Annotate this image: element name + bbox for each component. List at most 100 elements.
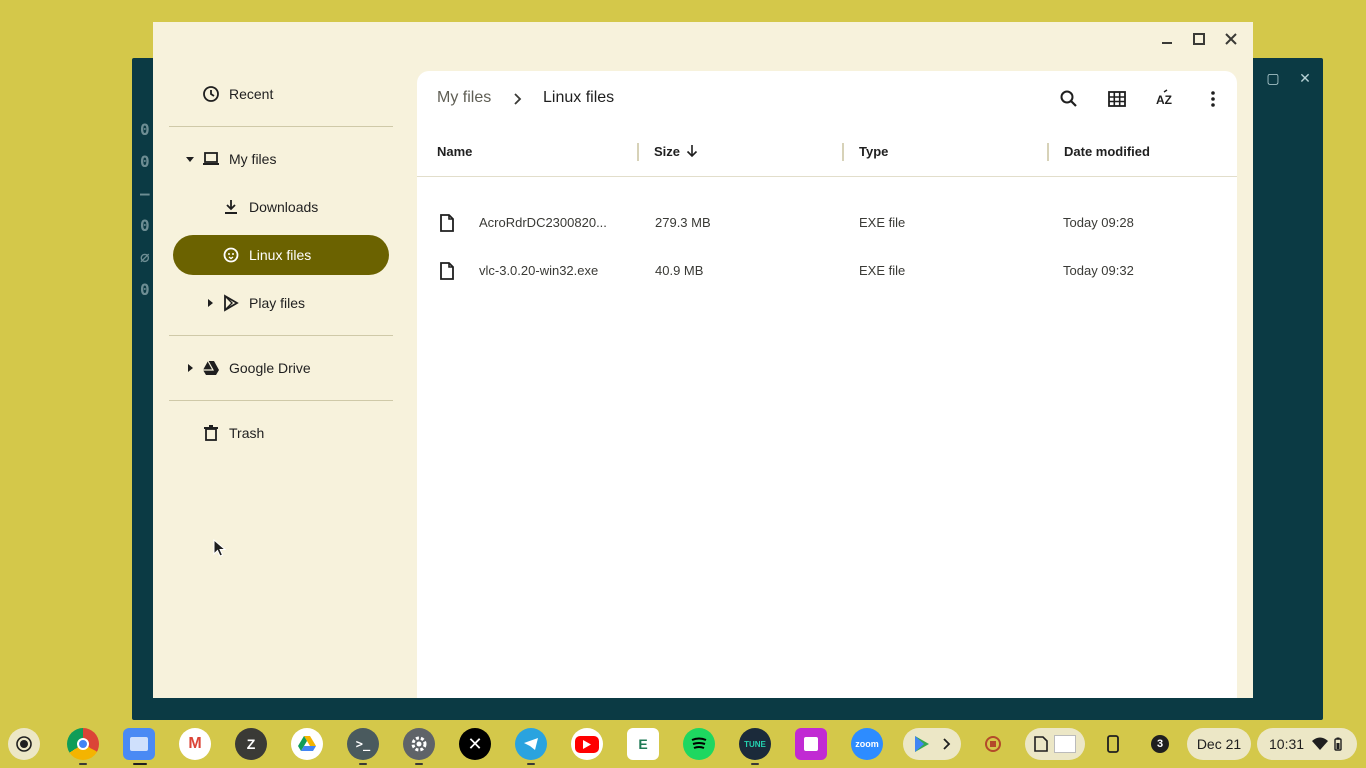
file-icon [1034, 736, 1048, 752]
sidebar-item-label: Recent [229, 86, 274, 102]
terminal-text-fragment: 0 0–0 ∅ 0 [140, 120, 150, 299]
screen-record-icon[interactable] [977, 728, 1009, 760]
clock-icon [201, 84, 221, 104]
app-running-indicator [527, 763, 535, 765]
window-titlebar [153, 22, 1253, 56]
sidebar-item-label: Linux files [249, 247, 312, 263]
notification-counter[interactable]: 3 [1144, 728, 1176, 760]
excel-app-icon[interactable]: E [627, 728, 659, 760]
system-status-tray[interactable]: 10:31 [1257, 728, 1357, 760]
close-icon[interactable]: ✕ [1295, 70, 1315, 87]
file-icon [440, 262, 454, 280]
app-running-indicator [79, 763, 87, 765]
column-header-size[interactable]: Size [654, 143, 698, 159]
svg-text:AZ: AZ [1156, 93, 1172, 107]
header-divider [417, 176, 1237, 177]
play-store-icon [221, 293, 241, 313]
expand-arrow-icon[interactable] [185, 363, 195, 373]
table-row[interactable]: vlc-3.0.20-win32.exe 40.9 MB EXE file To… [417, 247, 1237, 295]
phone-hub-icon[interactable] [1097, 728, 1129, 760]
notification-count-badge: 3 [1151, 735, 1169, 753]
grid-view-icon [1108, 91, 1126, 107]
close-button[interactable] [1215, 23, 1247, 55]
sidebar-divider [169, 400, 393, 401]
expand-arrow-icon[interactable] [205, 298, 215, 308]
sidebar-item-google-drive[interactable]: Google Drive [169, 348, 393, 388]
google-drive-app-icon[interactable] [291, 728, 323, 760]
grid-view-button[interactable] [1103, 85, 1131, 113]
column-label: Size [654, 143, 681, 159]
launcher-button[interactable] [8, 728, 40, 760]
column-header-type[interactable]: Type [859, 143, 888, 159]
column-resize-handle[interactable] [1047, 143, 1049, 161]
sidebar-item-downloads[interactable]: Downloads [169, 187, 393, 227]
more-options-button[interactable] [1199, 85, 1227, 113]
expand-arrow-icon[interactable] [185, 154, 195, 164]
x-app-icon[interactable]: ✕ [459, 728, 491, 760]
file-size: 40.9 MB [655, 263, 704, 278]
drive-icon [201, 358, 221, 378]
sidebar-item-my-files[interactable]: My files [169, 139, 393, 179]
close-icon [1225, 33, 1237, 45]
minimize-button[interactable] [1151, 23, 1183, 55]
telegram-app-icon[interactable] [515, 728, 547, 760]
sidebar-item-trash[interactable]: Trash [169, 413, 393, 453]
column-resize-handle[interactable] [637, 143, 639, 161]
penguin-icon [221, 245, 241, 265]
table-row[interactable]: AcroRdrDC2300820... 279.3 MB EXE file To… [417, 199, 1237, 247]
chevron-right-icon [513, 89, 527, 109]
file-name: vlc-3.0.20-win32.exe [479, 263, 599, 278]
search-button[interactable] [1055, 85, 1083, 113]
column-header-name[interactable]: Name [437, 143, 472, 159]
sidebar-item-recent[interactable]: Recent [169, 74, 393, 114]
search-icon [1060, 90, 1077, 107]
sidebar-item-play-files[interactable]: Play files [169, 283, 393, 323]
breadcrumb-root[interactable]: My files [437, 89, 491, 107]
spotify-app-icon[interactable] [683, 728, 715, 760]
maximize-icon[interactable]: ▢ [1263, 70, 1283, 87]
date-tray[interactable]: Dec 21 [1187, 728, 1251, 760]
content-header: My files Linux files AZ [417, 71, 1237, 127]
navigation-sidebar: Recent My files Downloads Linux files Pl… [169, 70, 393, 453]
clock-time: 10:31 [1269, 736, 1305, 752]
column-header-date-modified[interactable]: Date modified [1064, 143, 1150, 159]
column-resize-handle[interactable] [842, 143, 844, 161]
file-date-modified: Today 09:28 [1063, 215, 1134, 230]
sidebar-item-label: Downloads [249, 199, 319, 215]
gmail-app-icon[interactable]: M [179, 728, 211, 760]
chevron-right-icon [943, 738, 951, 750]
column-label: Date modified [1064, 143, 1150, 159]
thumbnail-preview [1054, 735, 1076, 753]
notes-app-icon[interactable] [795, 728, 827, 760]
laptop-icon [201, 149, 221, 169]
file-type: EXE file [859, 215, 906, 230]
launcher-icon [16, 736, 32, 752]
sidebar-item-label: Play files [249, 295, 306, 311]
maximize-button[interactable] [1183, 23, 1215, 55]
trash-icon [201, 423, 221, 443]
wifi-icon [1312, 737, 1329, 750]
terminal-app-icon[interactable]: >_ [347, 728, 379, 760]
zoom-app-icon[interactable]: zoom [851, 728, 883, 760]
holding-space-tray[interactable] [1025, 728, 1085, 760]
app-running-indicator [415, 763, 423, 765]
chrome-app-icon[interactable] [67, 728, 99, 760]
breadcrumb-current: Linux files [543, 89, 615, 106]
settings-app-icon[interactable] [403, 728, 435, 760]
tunein-app-icon[interactable]: TUNE [739, 728, 771, 760]
file-type: EXE file [859, 263, 906, 278]
column-label: Name [437, 143, 473, 159]
zotero-app-icon[interactable]: Z [235, 728, 267, 760]
sidebar-item-linux-files[interactable]: Linux files [173, 235, 389, 275]
files-app-icon[interactable] [123, 728, 155, 760]
sort-button[interactable]: AZ [1151, 85, 1179, 113]
file-date-modified: Today 09:32 [1063, 263, 1134, 278]
app-active-indicator [133, 763, 147, 765]
arrow-down-icon [686, 145, 698, 158]
app-running-indicator [751, 763, 759, 765]
sidebar-item-label: My files [229, 151, 277, 167]
maximize-icon [1193, 33, 1205, 45]
sidebar-item-label: Google Drive [229, 360, 311, 376]
youtube-app-icon[interactable] [571, 728, 603, 760]
play-store-overflow-button[interactable] [903, 728, 961, 760]
